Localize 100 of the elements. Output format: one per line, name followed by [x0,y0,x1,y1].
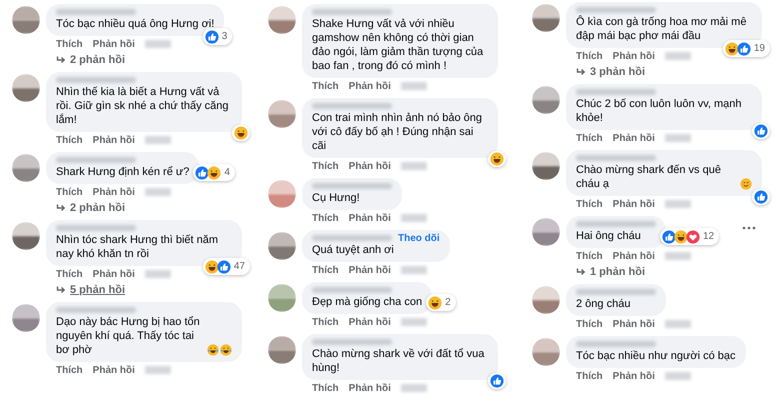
reply-link[interactable]: Phản hồi [348,78,391,94]
like-link[interactable]: Thích [576,368,603,384]
like-link[interactable]: Thích [576,316,603,332]
blurred-timestamp [664,52,691,60]
reply-link[interactable]: Phản hồi [612,316,655,332]
reaction-badge[interactable]: 3 [202,28,232,45]
reply-link[interactable]: Phản hồi [612,48,655,64]
avatar[interactable] [12,154,40,182]
tears-of-joy-icon [220,344,232,356]
reply-link[interactable]: Phản hồi [92,184,135,200]
reply-link[interactable]: Phản hồi [348,262,391,278]
view-replies-link[interactable]: 1 phản hồi [590,264,645,280]
comment-text: Dạo này bác Hưng bị hao tổn nguyên khí quá. Thấy tóc tai bơ phờ [56,315,201,357]
more-options-icon[interactable] [742,226,756,230]
reply-link[interactable]: Phản hồi [92,362,135,378]
reply-link[interactable]: Phản hồi [348,314,391,330]
reaction-badge[interactable] [488,151,506,167]
reply-arrow-icon [56,286,66,294]
comment-text: Quá tuyệt anh ơi [312,243,394,257]
reaction-count: 47 [232,260,246,274]
avatar[interactable] [12,222,40,250]
avatar[interactable] [532,338,560,366]
blurred-timestamp [144,188,171,196]
avatar[interactable] [12,304,40,332]
avatar[interactable] [268,6,296,34]
avatar[interactable] [268,180,296,208]
tears-of-joy-icon [207,344,219,356]
like-link[interactable]: Thích [312,262,339,278]
reaction-badge[interactable]: 4 [193,164,235,181]
reply-arrow-icon [576,268,586,276]
comment-text: Nhìn tóc shark Hưng thì biết năm nay khó khăn tn rồi [56,233,220,261]
reaction-badge[interactable] [752,189,770,205]
blurred-timestamp [144,366,171,374]
reaction-badge[interactable]: 2 [426,294,456,311]
reaction-count: 12 [702,230,716,244]
like-link[interactable]: Thích [576,130,603,146]
like-link[interactable]: Thích [56,184,83,200]
comment-text: Chúc 2 bố con luôn luôn vv, mạnh khỏe! [576,97,743,125]
like-link[interactable]: Thích [56,266,83,282]
reply-link[interactable]: Phản hồi [92,266,135,282]
view-replies-link[interactable]: 3 phản hồi [590,64,645,80]
reply-link[interactable]: Phản hồi [92,36,135,52]
reaction-badge[interactable] [752,123,770,139]
avatar[interactable] [532,152,560,180]
comment-text: Tóc bạc nhiều quá ông Hưng ơi! [56,17,214,31]
avatar[interactable] [268,336,296,364]
like-link[interactable]: Thích [576,48,603,64]
view-replies-link[interactable]: 2 phản hồi [70,52,125,68]
reaction-badge[interactable] [488,373,506,389]
blurred-timestamp [400,82,427,90]
reply-link[interactable]: Phản hồi [348,210,391,226]
view-replies-link[interactable]: 2 phản hồi [70,200,125,216]
follow-link[interactable]: Theo dõi [398,234,440,242]
like-link[interactable]: Thích [312,78,339,94]
like-link[interactable]: Thích [576,248,603,264]
like-link[interactable]: Thích [312,380,339,396]
reply-link[interactable]: Phản hồi [612,130,655,146]
reply-link[interactable]: Phản hồi [612,196,655,212]
reaction-count: 4 [223,166,231,180]
reply-link[interactable]: Phản hồi [92,132,135,148]
like-link[interactable]: Thích [56,362,83,378]
reaction-badge[interactable]: 12 [660,228,720,245]
blurred-timestamp [144,270,171,278]
reply-link[interactable]: Phản hồi [348,380,391,396]
reaction-count: 2 [444,296,452,310]
comment-text: Hai ông cháu [576,229,641,243]
thumbs-up-icon [662,230,676,244]
reply-link[interactable]: Phản hồi [612,368,655,384]
comment-text: Ô kìa con gà trống hoa mơ mải mê đập mái bạc phơ mái đầu [576,15,748,43]
like-link[interactable]: Thích [312,158,339,174]
avatar[interactable] [268,100,296,128]
like-link[interactable]: Thích [312,314,339,330]
thumbs-up-icon [204,30,219,44]
avatar[interactable] [268,232,296,260]
avatar[interactable] [12,74,40,102]
view-replies-link[interactable]: 5 phản hồi [70,282,125,298]
avatar[interactable] [532,4,560,32]
reaction-badge[interactable]: 19 [722,40,770,57]
reaction-badge[interactable]: 47 [202,258,250,275]
like-link[interactable]: Thích [56,132,83,148]
avatar[interactable] [268,284,296,312]
like-link[interactable]: Thích [312,210,339,226]
comment-text: Chào mừng shark đến vs quê cháu ạ [576,163,722,191]
blurred-timestamp [400,266,427,274]
reply-link[interactable]: Phản hồi [612,248,655,264]
like-link[interactable]: Thích [56,36,83,52]
reaction-badge[interactable] [232,125,250,141]
thumbs-up-icon [736,42,751,56]
avatar[interactable] [532,286,560,314]
reply-link[interactable]: Phản hồi [348,158,391,174]
blurred-timestamp [664,200,691,208]
laughing-face-icon [428,296,442,310]
avatar[interactable] [532,218,560,246]
blurred-timestamp [664,320,691,328]
like-link[interactable]: Thích [576,196,603,212]
reply-arrow-icon [56,204,66,212]
avatar[interactable] [532,86,560,114]
blurred-timestamp [144,136,171,144]
laughing-face-icon [234,126,248,140]
avatar[interactable] [12,6,40,34]
